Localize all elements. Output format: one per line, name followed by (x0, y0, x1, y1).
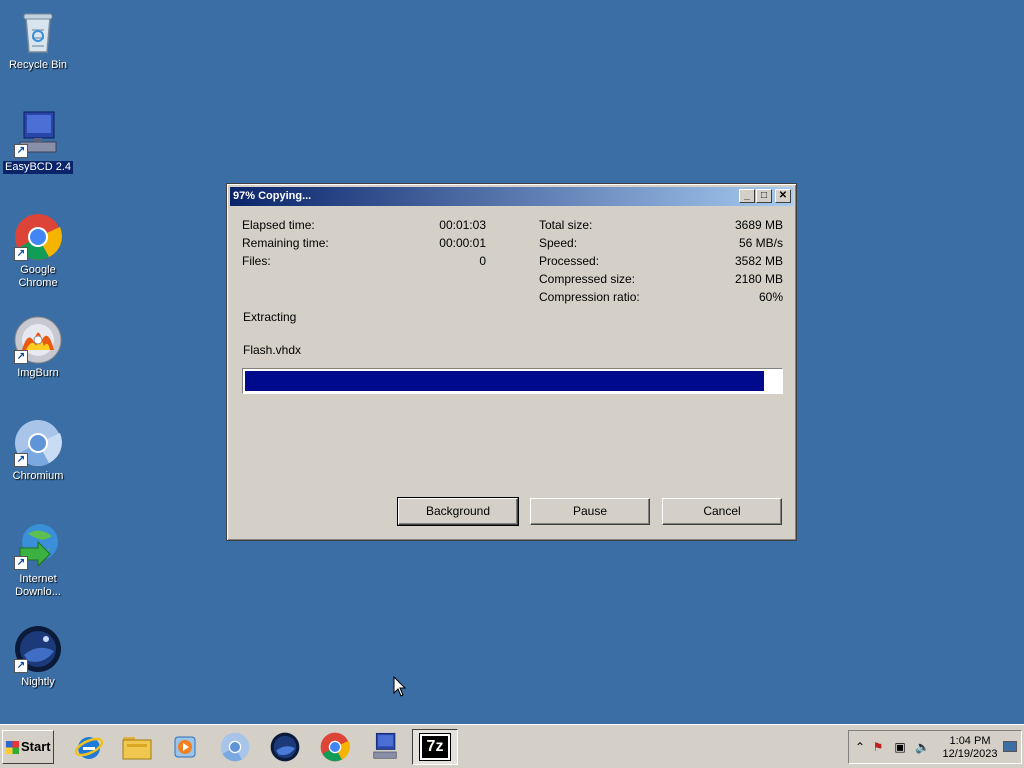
taskbar-item-easybcd[interactable] (362, 729, 408, 765)
media-player-icon (174, 736, 196, 758)
taskbar-item-internet-explorer[interactable] (66, 729, 112, 765)
show-hidden-icons-icon[interactable]: ⌃ (853, 740, 867, 754)
chromium-icon: ↗ (14, 419, 62, 467)
stat-label: Remaining time: (242, 236, 329, 250)
desktop-icon-easybcd[interactable]: ↗ EasyBCD 2.4 (0, 110, 76, 174)
show-desktop-icon[interactable] (1003, 741, 1017, 752)
7zip-icon-text: 7z (426, 738, 444, 755)
desktop-icon-recycle-bin[interactable]: Recycle Bin (0, 8, 76, 72)
desktop-icon-nightly[interactable]: ↗ Nightly (0, 625, 76, 689)
nightly-icon: ↗ (14, 625, 62, 673)
internet-explorer-icon (74, 737, 104, 759)
maximize-button[interactable]: □ (756, 189, 772, 203)
volume-icon[interactable]: 🔈 (915, 740, 930, 754)
stat-total-size: Total size: 3689 MB (539, 216, 783, 234)
cancel-button[interactable]: Cancel (662, 498, 782, 525)
action-center-flag-icon[interactable]: ⚑ (871, 740, 885, 754)
mouse-cursor-icon (393, 676, 407, 697)
stat-value: 2180 MB (734, 272, 783, 286)
stat-label: Elapsed time: (242, 218, 315, 232)
stat-label: Speed: (539, 236, 578, 250)
desktop-icon-chromium[interactable]: ↗ Chromium (0, 419, 76, 483)
stat-label: Compression ratio: (539, 290, 640, 304)
nightly-icon (270, 732, 300, 762)
close-button[interactable]: ✕ (775, 189, 791, 203)
desktop-icon-label: Chromium (12, 470, 64, 482)
file-explorer-icon (122, 737, 152, 760)
stat-speed: Speed: 56 MB/s (539, 234, 783, 252)
desktop-icon-label: EasyBCD 2.4 (2, 161, 74, 174)
taskbar-item-media-player[interactable] (162, 729, 208, 765)
desktop-icon-label: ImgBurn (17, 367, 59, 379)
stat-value: 56 MB/s (738, 236, 783, 250)
desktop-icon-label: Google Chrome (18, 264, 58, 289)
stat-remaining-time: Remaining time: 00:00:01 (242, 234, 486, 252)
shortcut-arrow-icon: ↗ (14, 453, 28, 467)
stat-compression-ratio: Compression ratio: 60% (539, 288, 783, 306)
chromium-icon (220, 732, 250, 762)
taskbar-item-nightly[interactable] (262, 729, 308, 765)
taskbar-item-chrome[interactable] (312, 729, 358, 765)
stat-elapsed-time: Elapsed time: 00:01:03 (242, 216, 486, 234)
taskbar-item-file-explorer[interactable] (114, 729, 160, 765)
dialog-titlebar[interactable]: 97% Copying... _ □ ✕ (230, 187, 793, 206)
shortcut-arrow-icon: ↗ (14, 144, 28, 158)
stat-label: Files: (242, 254, 271, 268)
dialog-title: 97% Copying... (233, 190, 312, 202)
easybcd-icon: ↗ (14, 110, 62, 158)
current-file-label: Flash.vhdx (243, 343, 302, 357)
shortcut-arrow-icon: ↗ (14, 350, 28, 364)
copy-progress-dialog: 97% Copying... _ □ ✕ Elapsed time: 00:01… (226, 183, 797, 541)
clock[interactable]: 1:04 PM 12/19/2023 (939, 735, 1001, 761)
progress-bar (242, 368, 783, 394)
taskbar-item-chromium[interactable] (212, 729, 258, 765)
shortcut-arrow-icon: ↗ (14, 247, 28, 261)
clock-time: 1:04 PM (949, 735, 991, 747)
desktop-icon-internet-download-manager[interactable]: ↗ Internet Downlo... (0, 522, 76, 599)
shortcut-arrow-icon: ↗ (14, 659, 28, 673)
desktop-icon-imgburn[interactable]: ↗ ImgBurn (0, 316, 76, 380)
start-button[interactable]: Start (2, 730, 54, 764)
windows-logo-icon (6, 741, 19, 754)
internet-download-manager-icon: ↗ (14, 522, 62, 570)
stat-value: 0 (479, 254, 486, 268)
stat-processed: Processed: 3582 MB (539, 252, 783, 270)
progress-bar-fill (245, 371, 764, 391)
start-label: Start (21, 739, 51, 754)
stat-label: Compressed size: (539, 272, 636, 286)
desktop-icon-label: Recycle Bin (8, 59, 68, 71)
chrome-icon (320, 732, 350, 762)
shortcut-arrow-icon: ↗ (14, 556, 28, 570)
taskbar-item-7zip[interactable]: 7z (412, 729, 458, 765)
minimize-button[interactable]: _ (739, 189, 755, 203)
recycle-bin-icon (14, 8, 62, 56)
desktop-icon-label: Nightly (21, 676, 55, 688)
pause-button[interactable]: Pause (530, 498, 650, 525)
stat-value: 3582 MB (734, 254, 783, 268)
stat-files: Files: 0 (242, 252, 486, 270)
operation-label: Extracting (243, 310, 297, 324)
system-tray: ⌃ ⚑ ▣ 🔈 1:04 PM 12/19/2023 (848, 730, 1022, 764)
stat-value: 00:00:01 (439, 236, 486, 250)
taskbar: Start 7z ⌃ ⚑ ▣ 🔈 1:04 PM 12/19/2023 (0, 724, 1024, 768)
stat-value: 3689 MB (734, 218, 783, 232)
desktop-icon-google-chrome[interactable]: ↗ Google Chrome (0, 213, 76, 290)
stat-label: Total size: (539, 218, 593, 232)
clock-date: 12/19/2023 (942, 748, 998, 760)
chrome-icon: ↗ (14, 213, 62, 261)
stat-label: Processed: (539, 254, 600, 268)
stat-value: 00:01:03 (439, 218, 486, 232)
imgburn-icon: ↗ (14, 316, 62, 364)
network-icon[interactable]: ▣ (893, 740, 907, 754)
7zip-icon: 7z (419, 733, 451, 761)
stat-value: 60% (758, 290, 783, 304)
easybcd-icon (373, 732, 397, 759)
background-button[interactable]: Background (397, 497, 519, 526)
desktop-icon-label: Internet Downlo... (15, 573, 61, 598)
stat-compressed-size: Compressed size: 2180 MB (539, 270, 783, 288)
